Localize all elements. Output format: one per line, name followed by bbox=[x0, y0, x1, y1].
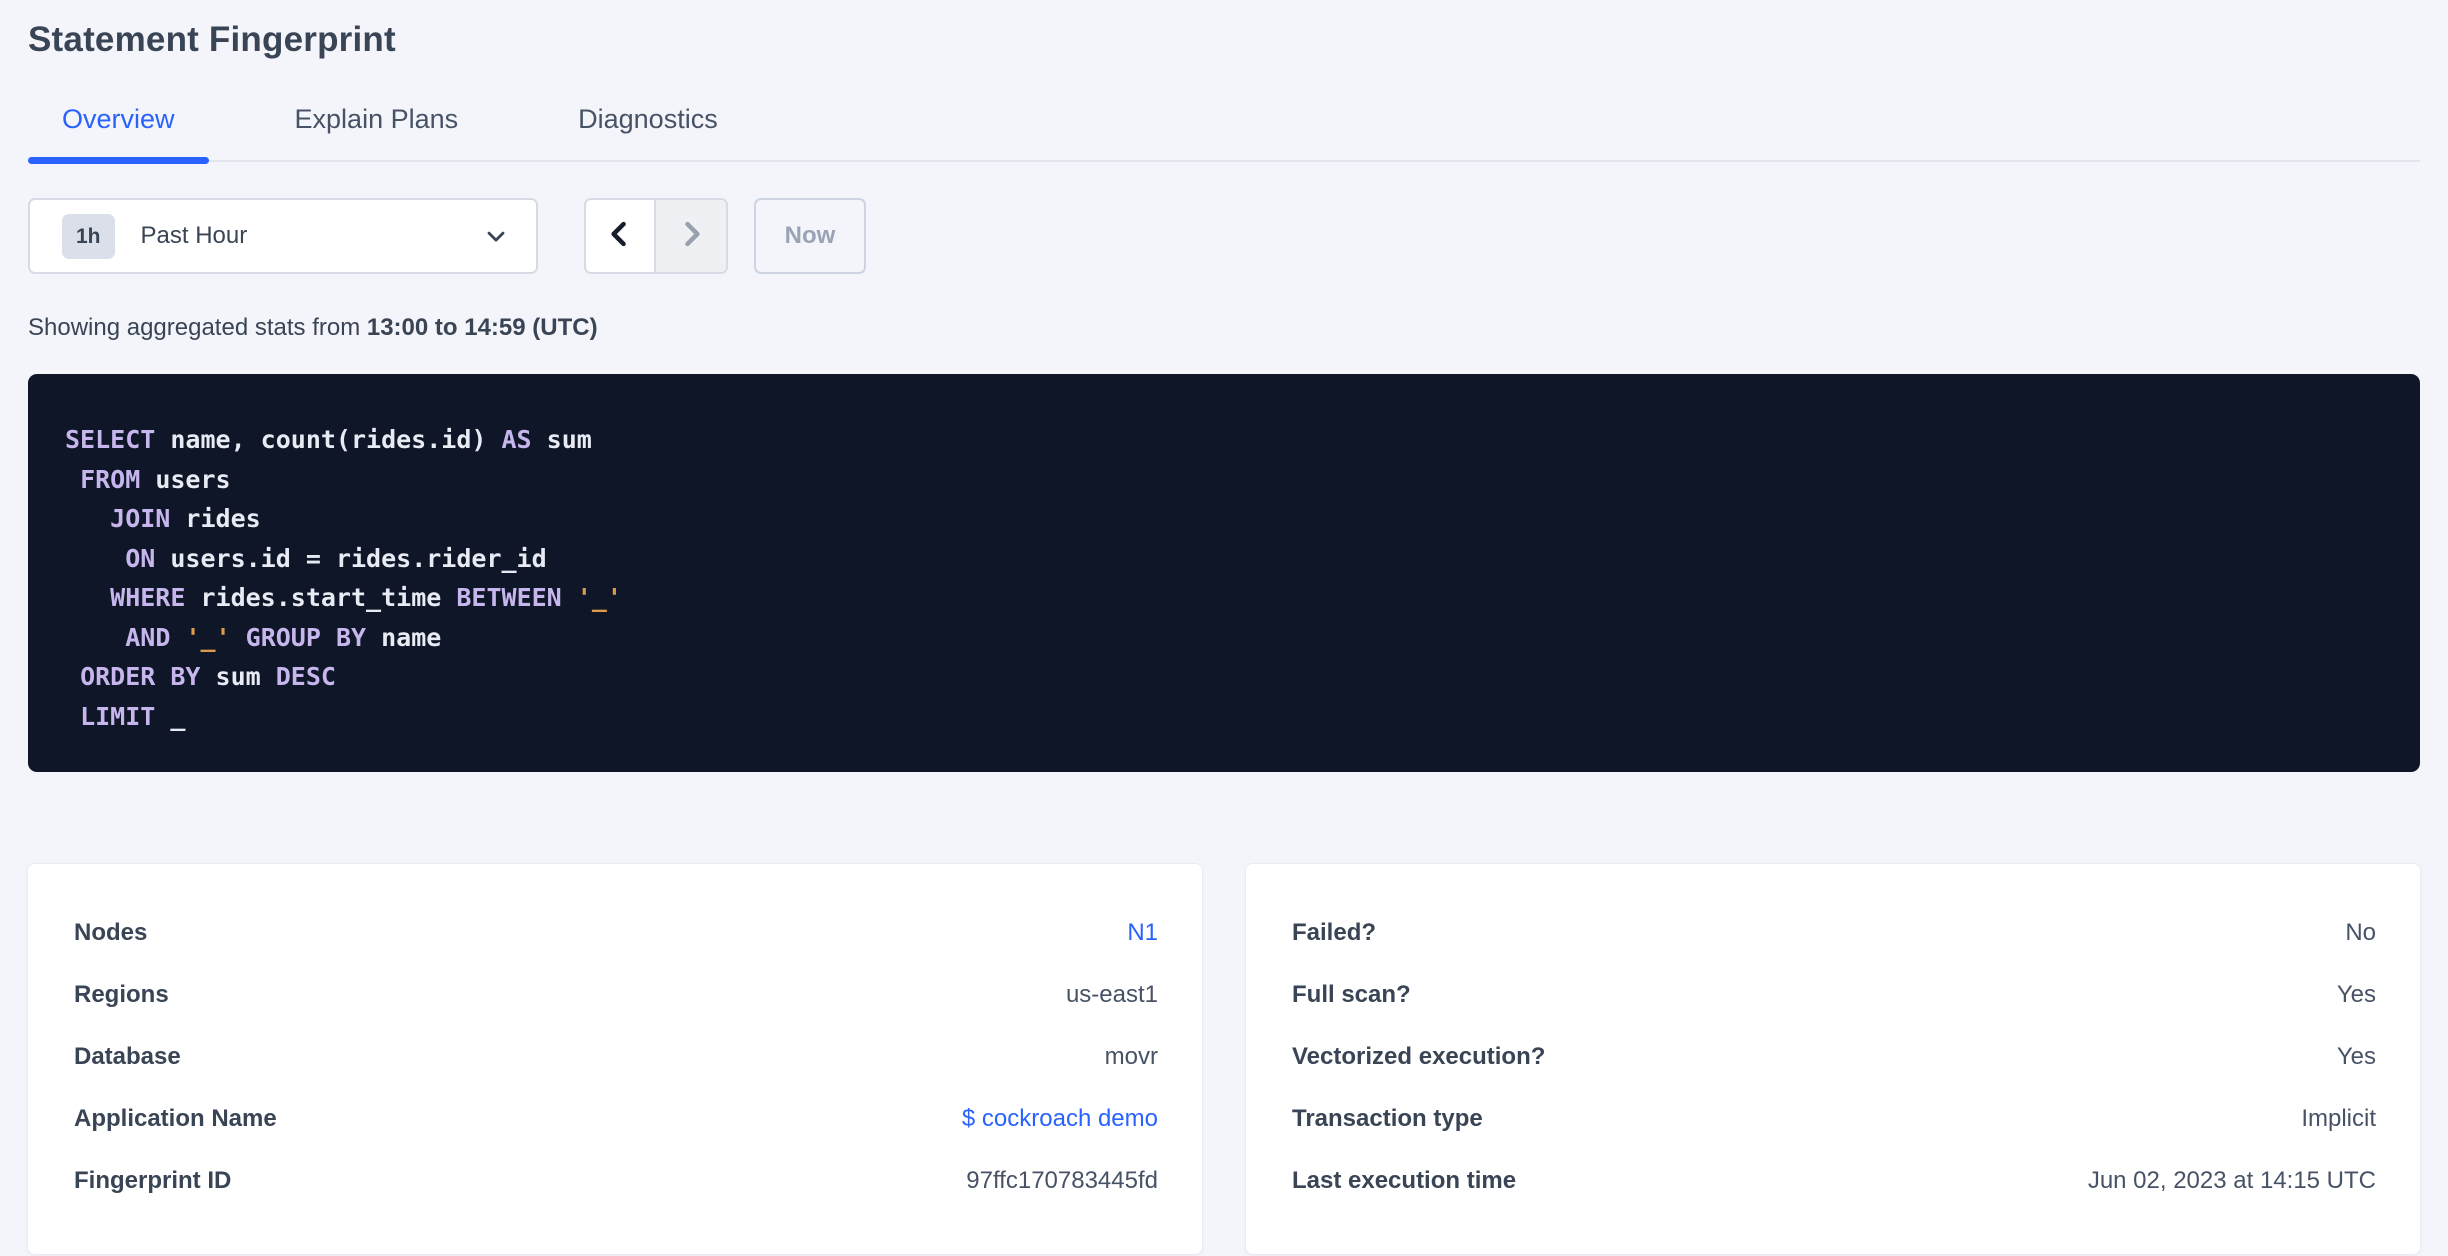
info-card-left: Nodes N1 Regions us-east1 Database movr Applic… bbox=[28, 864, 1202, 1254]
chevron-left-icon bbox=[603, 217, 637, 256]
sql-keyword: FROM bbox=[80, 464, 141, 494]
info-row: Nodes N1 bbox=[74, 902, 1158, 964]
time-interval-badge: 1h bbox=[62, 213, 115, 259]
tab-overview[interactable]: Overview bbox=[28, 104, 209, 164]
tab-explain-plans[interactable]: Explain Plans bbox=[261, 104, 493, 160]
sql-literal: '_' bbox=[576, 583, 622, 612]
sql-text: sum bbox=[531, 425, 592, 454]
sql-text: users.id = rides.rider_id bbox=[155, 543, 547, 573]
info-row-label: Fingerprint ID bbox=[74, 1167, 232, 1194]
sql-text: sum bbox=[200, 662, 276, 691]
info-row-label: Database bbox=[74, 1043, 181, 1070]
info-row-label: Vectorized execution? bbox=[1292, 1043, 1546, 1070]
sql-keyword: BETWEEN bbox=[456, 583, 562, 612]
time-controls: 1h Past Hour Now bbox=[28, 198, 2420, 274]
info-row: Application Name $ cockroach demo bbox=[74, 1088, 1158, 1150]
sql-statement-box: SELECT name, count(rides.id) AS sum FROM… bbox=[28, 374, 2420, 772]
info-row-value-link[interactable]: $ cockroach demo bbox=[962, 1105, 1158, 1133]
sql-keyword: AND bbox=[125, 622, 171, 652]
info-row: Vectorized execution? Yes bbox=[1292, 1026, 2376, 1088]
time-range-label: Past Hour bbox=[140, 222, 248, 249]
sql-keyword: AS bbox=[501, 425, 532, 454]
info-row: Last execution time Jun 02, 2023 at 14:15… bbox=[1292, 1150, 2376, 1212]
tab-bar: Overview Explain Plans Diagnostics bbox=[28, 104, 2420, 164]
info-row-label: Application Name bbox=[74, 1105, 277, 1132]
sql-text: _ bbox=[155, 701, 186, 731]
info-row-label: Regions bbox=[74, 981, 169, 1008]
sql-code: SELECT name, count(rides.id) AS sum FROM… bbox=[65, 420, 2380, 736]
info-card-right: Failed? No Full scan? Yes Vectorized executi… bbox=[1246, 864, 2420, 1254]
time-range-dropdown[interactable]: 1h Past Hour bbox=[28, 198, 538, 274]
stats-summary-prefix: Showing aggregated stats from bbox=[28, 314, 367, 341]
info-row-value: Implicit bbox=[2301, 1105, 2376, 1132]
sql-keyword: JOIN bbox=[110, 504, 171, 533]
chevron-right-icon bbox=[674, 217, 708, 256]
info-row-value: Jun 02, 2023 at 14:15 UTC bbox=[2087, 1167, 2376, 1194]
page-title: Statement Fingerprint bbox=[28, 20, 396, 59]
info-row-label: Last execution time bbox=[1292, 1167, 1517, 1194]
info-row-value-link[interactable]: N1 bbox=[1127, 919, 1158, 947]
now-button[interactable]: Now bbox=[754, 198, 866, 274]
time-step-buttons bbox=[584, 198, 728, 274]
next-time-button[interactable] bbox=[656, 200, 726, 272]
previous-time-button[interactable] bbox=[586, 200, 656, 272]
tab-diagnostics[interactable]: Diagnostics bbox=[544, 104, 752, 160]
info-row-label: Transaction type bbox=[1292, 1105, 1483, 1132]
sql-text: rides.start_time bbox=[185, 583, 457, 612]
info-row: Failed? No bbox=[1292, 902, 2376, 964]
sql-text: users bbox=[140, 464, 231, 494]
info-cards: Nodes N1 Regions us-east1 Database movr Applic… bbox=[28, 864, 2420, 1254]
info-row: Full scan? Yes bbox=[1292, 964, 2376, 1026]
stats-summary-range: 13:00 to 14:59 (UTC) bbox=[366, 314, 598, 341]
info-row-label: Failed? bbox=[1292, 919, 1377, 946]
info-row-value: Yes bbox=[2336, 981, 2376, 1008]
info-row-label: Nodes bbox=[74, 919, 148, 946]
sql-text: name, count(rides.id) bbox=[155, 425, 502, 454]
info-row: Regions us-east1 bbox=[74, 964, 1158, 1026]
sql-literal: '_' bbox=[185, 622, 231, 652]
info-row: Database movr bbox=[74, 1026, 1158, 1088]
sql-keyword: DESC bbox=[275, 662, 336, 691]
sql-keyword: GROUP BY bbox=[245, 622, 367, 652]
sql-keyword: LIMIT bbox=[80, 701, 156, 731]
sql-keyword: WHERE bbox=[110, 583, 186, 612]
info-row-label: Full scan? bbox=[1292, 981, 1411, 1008]
sql-text: rides bbox=[170, 504, 261, 533]
statement-fingerprint-page: Statement Fingerprint Overview Explain Pl… bbox=[0, 0, 2448, 1256]
info-row: Fingerprint ID 97ffc170783445fd bbox=[74, 1150, 1158, 1212]
info-row: Transaction type Implicit bbox=[1292, 1088, 2376, 1150]
sql-keyword: ORDER BY bbox=[80, 662, 201, 691]
info-row-value: movr bbox=[1104, 1043, 1158, 1070]
info-row-value: 97ffc170783445fd bbox=[966, 1167, 1158, 1194]
chevron-down-icon bbox=[482, 222, 510, 250]
aggregated-stats-summary: Showing aggregated stats from 13:00 to 1… bbox=[28, 314, 2420, 342]
info-row-value: No bbox=[2345, 919, 2376, 946]
sql-keyword: ON bbox=[125, 543, 156, 573]
sql-keyword: SELECT bbox=[65, 425, 156, 454]
sql-text: name bbox=[366, 622, 442, 652]
info-row-value: Yes bbox=[2336, 1043, 2376, 1070]
info-row-value: us-east1 bbox=[1065, 981, 1158, 1008]
